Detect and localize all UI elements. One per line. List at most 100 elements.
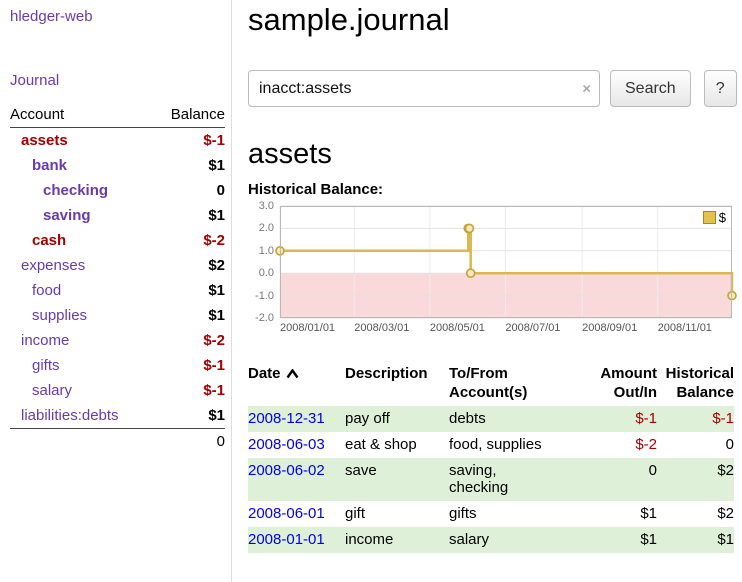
- y-tick-label: 1.0: [259, 245, 274, 257]
- account-link[interactable]: checking: [10, 178, 108, 203]
- description-column-header: Description: [345, 364, 449, 383]
- account-link[interactable]: assets: [10, 128, 68, 153]
- account-balance: $1: [208, 303, 225, 328]
- transaction-date-cell: 2008-06-03: [248, 436, 345, 453]
- account-link[interactable]: supplies: [10, 303, 87, 328]
- transaction-date-link[interactable]: 2008-12-31: [248, 410, 325, 427]
- account-link[interactable]: gifts: [10, 353, 60, 378]
- transaction-accounts: food, supplies: [449, 436, 549, 453]
- transaction-date-cell: 2008-06-01: [248, 505, 345, 522]
- account-balance: $2: [208, 253, 225, 278]
- search-bar: × Search ?: [248, 70, 737, 107]
- transaction-accounts: gifts: [449, 505, 549, 522]
- transaction-date-link[interactable]: 2008-06-01: [248, 505, 325, 522]
- account-row: salary $-1: [10, 378, 225, 403]
- transaction-row: 2008-01-01incomesalary$1$1: [248, 527, 734, 553]
- account-column-header: Account: [10, 106, 64, 123]
- transaction-balance: $1: [657, 531, 734, 548]
- account-balance: $1: [208, 153, 225, 178]
- account-balance: $1: [208, 278, 225, 303]
- historical-balance-chart: 3.02.01.00.0-1.0-2.0 $ 2008/01/012008/03…: [248, 206, 736, 340]
- transaction-balance: 0: [657, 436, 734, 453]
- accounts-column-header: To/From Account(s): [449, 364, 549, 402]
- account-link[interactable]: saving: [10, 203, 91, 228]
- account-row: checking 0: [10, 178, 225, 203]
- transaction-balance: $-1: [657, 410, 734, 427]
- transaction-date-link[interactable]: 2008-01-01: [248, 531, 325, 548]
- chevron-up-icon: [286, 365, 299, 382]
- account-heading: assets: [248, 137, 737, 171]
- account-balance: $-1: [203, 353, 225, 378]
- sidebar-item-journal[interactable]: Journal: [10, 72, 225, 89]
- account-balance: 0: [217, 178, 225, 203]
- transaction-date-link[interactable]: 2008-06-02: [248, 462, 325, 479]
- account-link[interactable]: expenses: [10, 253, 85, 278]
- hledger-web-app: hledger-web Journal Account Balance asse…: [0, 0, 742, 582]
- transaction-row: 2008-12-31pay offdebts$-1$-1: [248, 406, 734, 432]
- x-tick-label: 2008/01/01: [280, 322, 335, 334]
- account-link[interactable]: liabilities:debts: [10, 403, 119, 428]
- chart-canvas: [280, 206, 732, 318]
- date-column-header[interactable]: Date: [248, 364, 345, 383]
- account-link[interactable]: income: [10, 328, 69, 353]
- account-link[interactable]: food: [10, 278, 61, 303]
- account-row: cash $-2: [10, 228, 225, 253]
- y-tick-label: 0.0: [259, 267, 274, 279]
- account-row: expenses $2: [10, 253, 225, 278]
- help-button[interactable]: ?: [704, 70, 737, 107]
- account-link[interactable]: bank: [10, 153, 67, 178]
- transaction-accounts: salary: [449, 531, 549, 548]
- x-tick-label: 2008/05/01: [430, 322, 485, 334]
- chart-heading: Historical Balance:: [248, 181, 737, 198]
- register-body: 2008-12-31pay offdebts$-1$-12008-06-03ea…: [248, 406, 734, 553]
- search-button[interactable]: Search: [610, 70, 691, 107]
- transaction-amount: $1: [549, 505, 657, 522]
- total-balance: 0: [10, 428, 225, 453]
- transaction-date-link[interactable]: 2008-06-03: [248, 436, 325, 453]
- legend-label: $: [719, 210, 726, 225]
- app-title-link[interactable]: hledger-web: [10, 8, 225, 25]
- transaction-description: gift: [345, 505, 449, 522]
- account-balance: $1: [208, 203, 225, 228]
- transaction-amount: $-2: [549, 436, 657, 453]
- account-balance-table: Account Balance assets$-1bank$1checking0…: [10, 106, 225, 453]
- transaction-balance: $2: [657, 505, 734, 522]
- search-input[interactable]: [248, 70, 600, 107]
- transaction-description: pay off: [345, 410, 449, 427]
- transaction-accounts: debts: [449, 410, 549, 427]
- chart-legend: $: [703, 210, 726, 225]
- account-link[interactable]: cash: [10, 228, 66, 253]
- account-row: assets $-1: [10, 128, 225, 153]
- transaction-accounts: saving, checking: [449, 462, 549, 496]
- x-tick-label: 2008/09/01: [582, 322, 637, 334]
- y-tick-label: -1.0: [255, 290, 274, 302]
- account-link[interactable]: salary: [10, 378, 72, 403]
- account-balance: $-1: [203, 128, 225, 153]
- account-balance: $-1: [203, 378, 225, 403]
- register-table: Date Description To/From Account(s) Amou…: [248, 364, 734, 553]
- x-tick-label: 2008/11/01: [658, 322, 712, 334]
- chart-y-axis: 3.02.01.00.0-1.0-2.0: [248, 206, 276, 318]
- account-balance: $-2: [203, 228, 225, 253]
- y-tick-label: -2.0: [255, 312, 274, 324]
- transaction-row: 2008-06-03eat & shopfood, supplies$-20: [248, 432, 734, 458]
- transaction-date-cell: 2008-01-01: [248, 531, 345, 548]
- transaction-amount: 0: [549, 462, 657, 479]
- clear-search-icon[interactable]: ×: [582, 80, 591, 97]
- transaction-row: 2008-06-02savesaving, checking0$2: [248, 458, 734, 501]
- transaction-date-cell: 2008-06-02: [248, 462, 345, 479]
- x-tick-label: 2008/03/01: [354, 322, 409, 334]
- account-tree: assets$-1bank$1checking0saving$1cash$-2e…: [10, 128, 225, 428]
- x-tick-label: 2008/07/01: [505, 322, 560, 334]
- sidebar: hledger-web Journal Account Balance asse…: [0, 0, 232, 582]
- account-balance: $-2: [203, 328, 225, 353]
- search-box: ×: [248, 70, 600, 107]
- account-row: liabilities:debts$1: [10, 403, 225, 428]
- legend-swatch: [703, 211, 716, 224]
- date-header-label: Date: [248, 365, 281, 382]
- register-header-row: Date Description To/From Account(s) Amou…: [248, 364, 734, 402]
- transaction-date-cell: 2008-12-31: [248, 410, 345, 427]
- account-row: saving $1: [10, 203, 225, 228]
- page-title: sample.journal: [248, 2, 737, 38]
- transaction-amount: $-1: [549, 410, 657, 427]
